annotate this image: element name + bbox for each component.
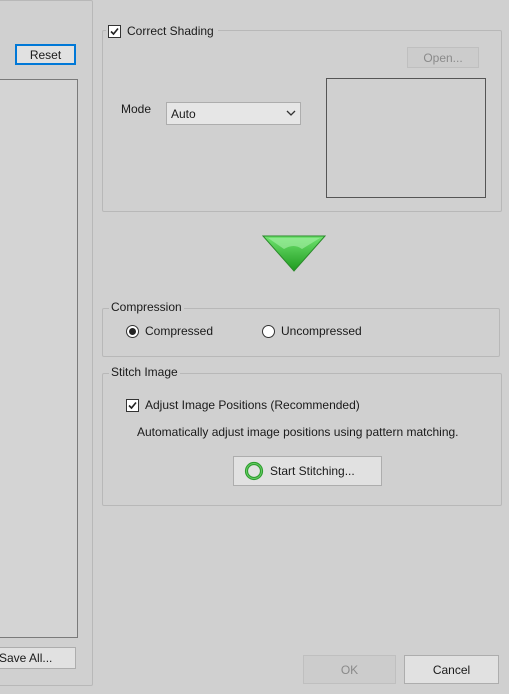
radio-dot	[129, 328, 136, 335]
compressed-radio[interactable]	[126, 325, 139, 338]
check-icon	[110, 27, 119, 35]
start-stitching-label: Start Stitching...	[270, 464, 355, 478]
ok-button[interactable]: OK	[303, 655, 396, 684]
adjust-positions-label: Adjust Image Positions (Recommended)	[145, 398, 360, 412]
stitch-ring-icon	[244, 461, 264, 481]
save-all-button[interactable]: Save All...	[0, 647, 76, 669]
uncompressed-radio[interactable]	[262, 325, 275, 338]
shading-header: Correct Shading	[106, 23, 218, 39]
mode-label: Mode	[121, 102, 152, 116]
stitch-description: Automatically adjust image positions usi…	[137, 425, 459, 439]
start-stitching-button[interactable]: Start Stitching...	[233, 456, 382, 486]
adjust-positions-checkbox[interactable]	[126, 399, 139, 412]
down-arrow-icon	[262, 235, 326, 272]
check-icon	[128, 401, 137, 410]
mode-select[interactable]: Auto	[166, 102, 301, 125]
open-button[interactable]: Open...	[407, 47, 479, 68]
cancel-button[interactable]: Cancel	[404, 655, 499, 684]
shading-preview	[326, 78, 486, 198]
compression-title: Compression	[109, 300, 184, 314]
compressed-label: Compressed	[145, 324, 214, 338]
stitch-group	[102, 373, 502, 506]
chevron-down-icon	[286, 110, 296, 116]
correct-shading-label: Correct Shading	[127, 24, 214, 38]
uncompressed-label: Uncompressed	[281, 324, 362, 338]
reset-button[interactable]: Reset	[15, 44, 76, 65]
stitch-title: Stitch Image	[109, 365, 180, 379]
mode-select-value: Auto	[171, 106, 196, 121]
correct-shading-checkbox[interactable]	[108, 24, 121, 38]
image-list[interactable]	[0, 79, 78, 638]
